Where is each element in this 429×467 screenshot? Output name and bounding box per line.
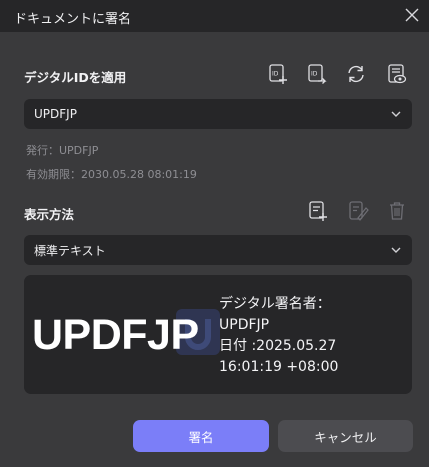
chevron-down-icon bbox=[391, 111, 401, 117]
svg-text:ID: ID bbox=[272, 71, 279, 78]
import-id-button[interactable]: ID bbox=[306, 63, 328, 85]
refresh-button[interactable] bbox=[345, 63, 367, 85]
preview-line: 16:01:19 +08:00 bbox=[219, 359, 339, 375]
preview-line: 日付 :2025.05.27 bbox=[219, 338, 337, 354]
close-icon[interactable] bbox=[403, 6, 421, 24]
create-id-icon: ID bbox=[269, 64, 287, 84]
digital-id-select[interactable]: UPDFJP bbox=[24, 99, 412, 129]
preview-line: UPDFJP bbox=[219, 317, 270, 333]
edit-appearance-button[interactable] bbox=[347, 200, 369, 222]
sign-button[interactable]: 署名 bbox=[133, 420, 269, 452]
create-id-button[interactable]: ID bbox=[267, 63, 289, 85]
svg-text:ID: ID bbox=[311, 71, 318, 78]
cancel-button[interactable]: キャンセル bbox=[278, 420, 413, 452]
title-bar: ドキュメントに署名 bbox=[0, 0, 429, 32]
delete-appearance-button[interactable] bbox=[386, 200, 408, 222]
view-id-button[interactable] bbox=[386, 63, 408, 85]
import-id-icon: ID bbox=[308, 64, 327, 84]
preview-signer-name: UPDFJP bbox=[32, 311, 199, 359]
view-id-icon bbox=[388, 64, 407, 84]
display-method-select-value: 標準テキスト bbox=[34, 243, 106, 258]
refresh-icon bbox=[348, 65, 364, 83]
expiry-text: 有効期限：2030.05.28 08:01:19 bbox=[26, 168, 197, 181]
chevron-down-icon bbox=[391, 247, 401, 253]
display-section-title: 表示方法 bbox=[24, 207, 75, 222]
preview-details: デジタル署名者： UPDFJP 日付 :2025.05.27 16:01:19 … bbox=[219, 294, 338, 378]
digital-id-section-title: デジタルIDを適用 bbox=[24, 70, 127, 85]
trash-icon bbox=[390, 202, 404, 220]
digital-id-select-value: UPDFJP bbox=[34, 107, 77, 121]
issuer-text: 発行：UPDFJP bbox=[26, 144, 99, 157]
signature-preview: UPDFJP デジタル署名者： UPDFJP 日付 :2025.05.27 16… bbox=[24, 275, 412, 394]
preview-line: デジタル署名者： bbox=[219, 296, 331, 312]
add-appearance-button[interactable] bbox=[307, 200, 329, 222]
add-appearance-icon bbox=[309, 201, 327, 221]
window-title: ドキュメントに署名 bbox=[14, 12, 132, 27]
edit-icon bbox=[349, 201, 369, 221]
display-method-select[interactable]: 標準テキスト bbox=[24, 235, 412, 265]
